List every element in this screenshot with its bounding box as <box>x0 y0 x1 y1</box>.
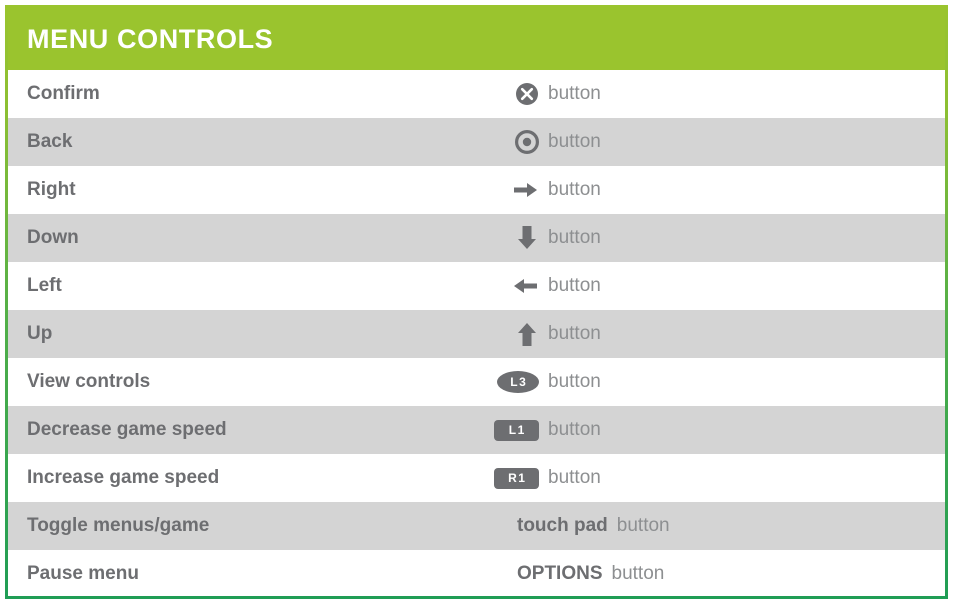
table-row: Pause menu OPTIONS button <box>8 550 945 596</box>
control-binding: button <box>473 178 945 202</box>
button-word-label: button <box>548 83 601 104</box>
control-action-label: View controls <box>27 371 151 392</box>
table-row: Up button <box>8 310 945 358</box>
page-title: MENU CONTROLS <box>27 23 274 54</box>
button-word-label: button <box>616 515 670 536</box>
table-row: Toggle menus/game touch pad button <box>8 502 945 550</box>
control-action-label: Pause menu <box>27 563 139 584</box>
control-binding: R1 button <box>473 467 945 489</box>
panel-header: MENU CONTROLS <box>8 8 945 70</box>
arrow-left-icon <box>473 274 539 298</box>
button-word-label: button <box>548 419 601 440</box>
control-action-label: Toggle menus/game <box>27 515 210 536</box>
l1-badge-icon-label: L1 <box>494 419 539 441</box>
r1-badge-icon-label: R1 <box>494 467 539 489</box>
control-key-text: OPTIONS <box>473 563 603 585</box>
r1-badge-icon: R1 <box>473 467 539 489</box>
table-row: View controls L3 button <box>8 358 945 406</box>
button-word-label: button <box>548 323 601 344</box>
control-binding: L3 button <box>473 371 945 393</box>
table-row: Left button <box>8 262 945 310</box>
table-row: Back button <box>8 118 945 166</box>
control-action-label: Increase game speed <box>27 467 220 488</box>
control-key-label: OPTIONS <box>517 563 603 584</box>
arrow-up-icon <box>473 321 539 347</box>
control-action-label: Decrease game speed <box>27 419 227 440</box>
control-binding: button <box>473 321 945 347</box>
button-word-label: button <box>548 131 601 152</box>
cross-button-icon <box>473 82 539 106</box>
control-action-label: Left <box>27 275 62 296</box>
control-action-label: Up <box>27 323 53 344</box>
table-row: Right button <box>8 166 945 214</box>
table-row: Confirm button <box>8 70 945 118</box>
control-binding: button <box>473 130 945 154</box>
panel-border-frame: MENU CONTROLS Confirm button Back button Rig… <box>5 5 948 599</box>
button-word-label: button <box>611 563 665 584</box>
l1-badge-icon: L1 <box>473 419 539 441</box>
control-action-label: Right <box>27 179 76 200</box>
button-word-label: button <box>548 467 601 488</box>
control-binding: L1 button <box>473 419 945 441</box>
button-word-label: button <box>548 371 601 392</box>
control-key-label: touch pad <box>517 515 608 536</box>
table-row: Increase game speed R1 button <box>8 454 945 502</box>
l3-badge-label: L3 <box>497 371 539 393</box>
table-row: Decrease game speed L1 button <box>8 406 945 454</box>
button-word-label: button <box>548 275 601 296</box>
table-row: Down button <box>8 214 945 262</box>
arrow-down-icon <box>473 225 539 251</box>
control-action-label: Down <box>27 227 79 248</box>
control-action-label: Back <box>27 131 73 152</box>
control-binding: button <box>473 225 945 251</box>
control-binding: button <box>473 82 945 106</box>
controls-table: Confirm button Back button Right button Down bu… <box>8 70 945 596</box>
control-binding: touch pad button <box>473 515 945 537</box>
control-binding: OPTIONS button <box>473 563 945 585</box>
arrow-right-icon <box>473 178 539 202</box>
control-key-text: touch pad <box>473 515 608 537</box>
control-binding: button <box>473 274 945 298</box>
l3-badge-icon: L3 <box>473 371 539 393</box>
button-word-label: button <box>548 227 601 248</box>
control-action-label: Confirm <box>27 83 100 104</box>
button-word-label: button <box>548 179 601 200</box>
panel-body: MENU CONTROLS Confirm button Back button Rig… <box>8 8 945 596</box>
circle-button-icon <box>473 130 539 154</box>
menu-controls-panel: MENU CONTROLS Confirm button Back button Rig… <box>5 5 948 599</box>
